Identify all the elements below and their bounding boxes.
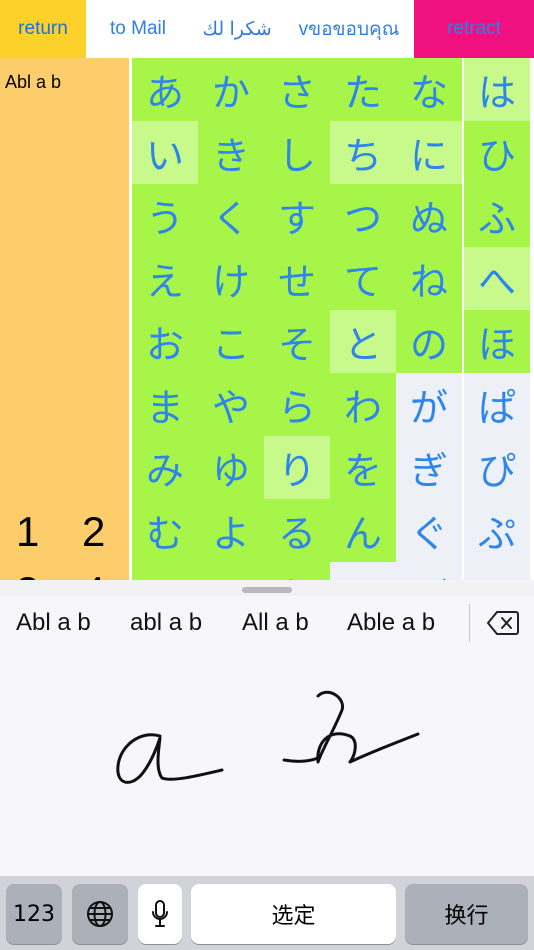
candidate-2[interactable]: abl a b [130,596,202,650]
to-mail-button[interactable]: to Mail [86,0,190,58]
handwriting-canvas[interactable] [0,650,534,876]
kana-key[interactable]: さ [264,58,330,121]
kana-key[interactable]: ぐ [396,499,462,562]
number-key-1[interactable]: 1 [16,508,39,556]
kana-key[interactable]: い [132,121,198,184]
kana-key[interactable]: ぱ [464,373,530,436]
recognized-text: Abl a b [5,72,62,92]
kana-key[interactable]: ぎ [396,436,462,499]
kana-key[interactable]: け [198,247,264,310]
kana-key[interactable]: ひ [464,121,530,184]
candidate-1[interactable]: Abl a b [16,596,91,650]
kana-key[interactable]: え [132,247,198,310]
kana-key[interactable]: ぺ [464,562,530,580]
kana-key[interactable]: く [198,184,264,247]
kana-key[interactable]: き [198,121,264,184]
candidate-separator [469,604,470,642]
kana-key[interactable]: こ [198,310,264,373]
kana-key[interactable]: め [132,562,198,580]
space-select-key[interactable]: 选定 [191,884,396,944]
kana-key[interactable]: せ [264,247,330,310]
kana-grid: あ か さ た な は い き し ち に ひ う く す つ ぬ ふ え け … [129,58,534,580]
kana-key[interactable]: ぴ [464,436,530,499]
kana-key[interactable]: ぬ [396,184,462,247]
kana-key[interactable]: そ [264,310,330,373]
kana-key[interactable]: ゆ [198,436,264,499]
return-button[interactable]: return [0,0,86,58]
kana-key[interactable]: ま [132,373,198,436]
candidate-bar: Abl a b abl a b All a b Able a b [0,596,534,650]
kana-key[interactable]: に [396,121,462,184]
retract-button[interactable]: retract [414,0,534,58]
kana-key[interactable]: よ [198,499,264,562]
number-key-2[interactable]: 2 [82,508,105,556]
thai-thanks-button[interactable]: vขอขอบคุณ [284,0,414,58]
kana-key[interactable]: ん [330,499,396,562]
kana-key[interactable]: む [132,499,198,562]
kana-key[interactable]: う [132,184,198,247]
kana-key[interactable]: る [264,499,330,562]
kana-key[interactable]: し [264,121,330,184]
kana-key[interactable]: と [330,310,396,373]
top-toolbar: return to Mail شكرا لك vขอขอบคุณ retract [0,0,534,58]
arabic-thanks-button[interactable]: شكرا لك [190,0,284,58]
kana-key[interactable]: を [330,436,396,499]
kana-key[interactable]: が [396,373,462,436]
kana-key[interactable]: り [264,436,330,499]
number-key-3[interactable]: 3 [16,568,39,580]
kana-key[interactable]: ふ [464,184,530,247]
kana-key[interactable]: ぷ [464,499,530,562]
kana-key[interactable]: へ [464,247,530,310]
kana-key[interactable]: ね [396,247,462,310]
kana-key[interactable]: ほ [464,310,530,373]
kana-key[interactable]: た [330,58,396,121]
kana-key[interactable]: て [330,247,396,310]
left-panel: Abl a b 1 2 3 4 [0,58,129,580]
candidate-3[interactable]: All a b [242,596,309,650]
kana-key[interactable] [330,562,396,580]
delete-backward-icon[interactable] [484,604,522,642]
number-key-4[interactable]: 4 [82,568,105,580]
kana-key[interactable]: あ [132,58,198,121]
kana-key[interactable]: や [198,373,264,436]
kana-key[interactable]: は [464,58,530,121]
return-key[interactable]: 换行 [405,884,528,944]
kana-key[interactable]: つ [330,184,396,247]
kana-key[interactable]: す [264,184,330,247]
kana-key[interactable]: み [132,436,198,499]
kana-key[interactable]: わ [330,373,396,436]
kana-key[interactable]: げ [396,562,462,580]
kana-key[interactable]: か [198,58,264,121]
numbers-key[interactable]: 123 [6,884,62,944]
kana-key[interactable]: ち [330,121,396,184]
handwriting-strokes [116,690,420,784]
kana-key[interactable] [198,562,264,580]
kana-key[interactable]: れ [264,562,330,580]
microphone-icon[interactable] [138,884,182,944]
kana-key[interactable]: な [396,58,462,121]
candidate-4[interactable]: Able a b [347,596,435,650]
keyboard-grabber-handle[interactable] [242,587,292,593]
keyboard-bottom-row: 123 选定 换行 [0,876,534,950]
kana-key[interactable]: の [396,310,462,373]
kana-key[interactable]: お [132,310,198,373]
kana-key[interactable]: ら [264,373,330,436]
globe-icon[interactable] [72,884,128,944]
